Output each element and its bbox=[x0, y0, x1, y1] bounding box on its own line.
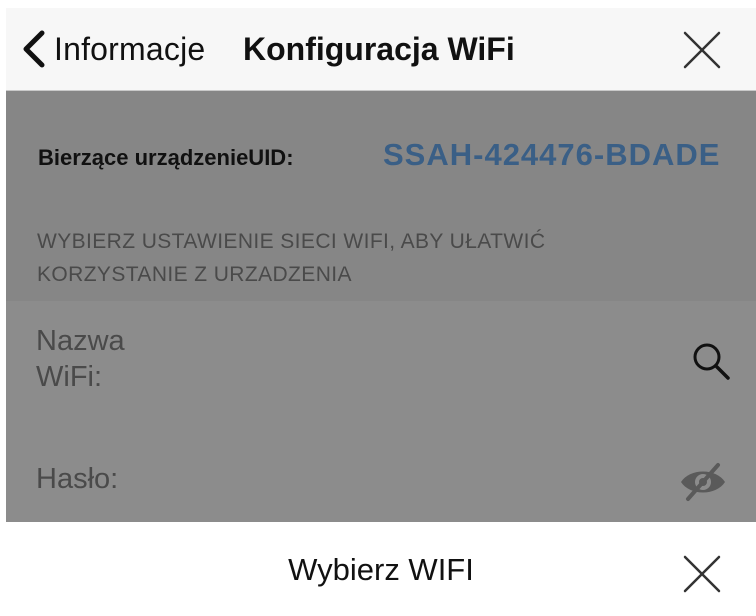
wifi-name-label: Nazwa WiFi: bbox=[36, 325, 125, 393]
search-icon[interactable] bbox=[690, 340, 732, 382]
close-icon[interactable] bbox=[682, 30, 722, 70]
close-icon[interactable] bbox=[682, 554, 722, 594]
device-info-section: Bierzące urządzenieUID: SSAH-424476-BDAD… bbox=[6, 91, 756, 301]
eye-slash-icon[interactable] bbox=[678, 462, 728, 502]
device-uid-value: SSAH-424476-BDADE bbox=[383, 137, 721, 172]
password-row[interactable]: Hasło: bbox=[6, 417, 756, 522]
sheet-title: Wybierz WIFI bbox=[288, 552, 474, 587]
dimmed-content: Bierzące urządzenieUID: SSAH-424476-BDAD… bbox=[6, 91, 756, 522]
page-title: Konfiguracja WiFi bbox=[243, 31, 515, 67]
password-label: Hasło: bbox=[36, 463, 119, 495]
back-button-label: Informacje bbox=[54, 30, 206, 67]
nav-header: Informacje Konfiguracja WiFi bbox=[6, 8, 756, 91]
wifi-hint-text: WYBIERZ USTAWIENIE SIECI WIFI, ABY UŁATW… bbox=[37, 230, 546, 286]
chevron-left-icon bbox=[23, 30, 45, 68]
back-button[interactable]: Informacje bbox=[20, 26, 205, 72]
device-uid-label: Bierzące urządzenieUID: bbox=[38, 145, 294, 170]
wifi-config-screen: Informacje Konfiguracja WiFi Bierzące ur… bbox=[0, 0, 756, 616]
wifi-name-row[interactable]: Nazwa WiFi: bbox=[6, 301, 756, 417]
wifi-picker-sheet-header: Wybierz WIFI bbox=[6, 522, 756, 616]
